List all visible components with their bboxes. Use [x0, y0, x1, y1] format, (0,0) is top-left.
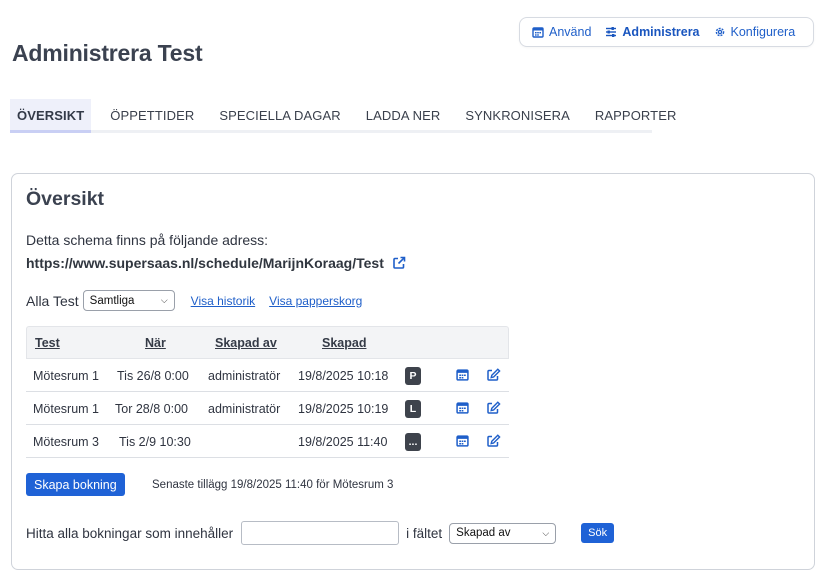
cell-created-by: administratör: [208, 402, 281, 416]
tab-opening-hours[interactable]: ÖPPETTIDER: [110, 99, 194, 130]
nav-use[interactable]: Använd: [532, 25, 591, 39]
nav-use-label: Använd: [549, 25, 592, 39]
status-badge: L: [405, 400, 421, 418]
nav-configure-label: Konfigurera: [730, 25, 796, 39]
external-link-icon[interactable]: [392, 256, 406, 270]
calendar-icon[interactable]: [456, 368, 469, 386]
tab-reports[interactable]: RAPPORTER: [595, 99, 677, 130]
bookings-table: Test När Skapad av Skapad Mötesrum 1 Tis…: [26, 326, 509, 458]
cell-created: 19/8/2025 10:18: [298, 369, 389, 383]
search-row: Hitta alla bokningar som innehåller i fä…: [26, 521, 615, 545]
table-row[interactable]: Mötesrum 3 Tis 2/9 10:30 19/8/2025 11:40…: [26, 425, 509, 458]
table-row[interactable]: Mötesrum 1 Tor 28/8 0:00 administratör 1…: [26, 392, 509, 425]
resource-filter-select[interactable]: Samtliga ⌵: [82, 290, 175, 311]
create-booking-button[interactable]: Skapa bokning: [26, 473, 125, 496]
resource-filter-value: Samtliga: [89, 294, 135, 307]
filter-row: Alla Test Samtliga ⌵ Visa historik Visa …: [26, 290, 362, 311]
cell-created: 19/8/2025 11:40: [298, 435, 388, 449]
header-created[interactable]: Skapad: [322, 336, 366, 350]
calendar-icon[interactable]: [456, 401, 469, 419]
overview-card: Översikt Detta schema finns på följande …: [11, 173, 815, 570]
tab-synchronize[interactable]: SYNKRONISERA: [465, 99, 570, 130]
tab-overview[interactable]: ÖVERSIKT: [10, 99, 92, 133]
page-title: Administrera Test: [12, 40, 203, 66]
gear-icon: [715, 27, 724, 37]
cell-test: Mötesrum 1: [33, 369, 99, 383]
show-history-link[interactable]: Visa historik: [191, 294, 255, 308]
search-label: Hitta alla bokningar som innehåller: [26, 525, 234, 541]
tab-bar: ÖVERSIKT ÖPPETTIDER SPECIELLA DAGAR LADD…: [10, 99, 676, 133]
status-badge: P: [405, 367, 421, 385]
header-test[interactable]: Test: [35, 336, 60, 350]
field-label: i fältet: [406, 525, 443, 541]
calendar-icon[interactable]: [456, 434, 469, 452]
cell-created: 19/8/2025 10:19: [298, 402, 389, 416]
filter-label: Alla Test: [26, 292, 79, 309]
header-when[interactable]: När: [145, 336, 166, 350]
last-added-text: Senaste tillägg 19/8/2025 11:40 för Möte…: [152, 479, 394, 491]
nav-configure[interactable]: Konfigurera: [714, 25, 796, 39]
overview-title: Översikt: [26, 188, 105, 210]
show-trash-link[interactable]: Visa papperskorg: [269, 294, 362, 308]
tab-download[interactable]: LADDA NER: [366, 99, 441, 130]
calendar-icon: [532, 27, 544, 38]
search-input[interactable]: [241, 521, 400, 545]
address-label: Detta schema finns på följande adress:: [26, 232, 269, 248]
address-row: https://www.supersaas.nl/schedule/Marijn…: [26, 255, 406, 271]
cell-created-by: administratör: [208, 369, 281, 383]
cell-when: Tor 28/8 0:00: [115, 402, 188, 416]
top-nav: Använd Administrera Konfigurera: [519, 17, 814, 47]
search-button[interactable]: Sök: [581, 523, 615, 543]
edit-icon[interactable]: [486, 401, 501, 420]
cell-when: Tis 26/8 0:00: [117, 369, 189, 383]
status-badge: ...: [405, 433, 421, 451]
cell-test: Mötesrum 3: [33, 435, 99, 449]
header-created-by[interactable]: Skapad av: [215, 336, 277, 350]
chevron-down-icon: ⌵: [542, 527, 550, 538]
field-select[interactable]: Skapad av ⌵: [449, 522, 557, 544]
field-select-value: Skapad av: [456, 527, 511, 539]
edit-icon[interactable]: [486, 434, 501, 453]
cell-test: Mötesrum 1: [33, 402, 99, 416]
cell-when: Tis 2/9 10:30: [119, 435, 191, 449]
table-header: Test När Skapad av Skapad: [26, 326, 509, 359]
nav-administer[interactable]: Administrera: [605, 25, 700, 39]
table-row[interactable]: Mötesrum 1 Tis 26/8 0:00 administratör 1…: [26, 359, 509, 392]
sliders-icon: [606, 27, 617, 37]
nav-administer-label: Administrera: [622, 25, 700, 39]
chevron-down-icon: ⌵: [160, 295, 168, 305]
tab-special-days[interactable]: SPECIELLA DAGAR: [219, 99, 340, 130]
schedule-url: https://www.supersaas.nl/schedule/Marijn…: [26, 255, 384, 271]
edit-icon[interactable]: [486, 368, 501, 387]
